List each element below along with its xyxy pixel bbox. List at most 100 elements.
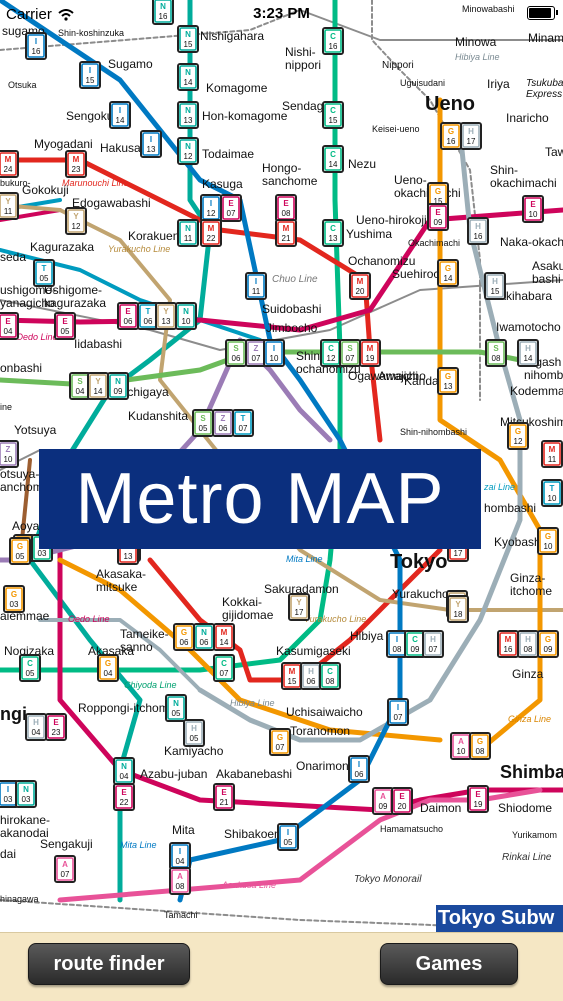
station-badge-i11[interactable]: I11 — [245, 272, 267, 300]
station-badge-n05[interactable]: N05 — [165, 694, 187, 722]
station-label-mita[interactable]: Mita — [172, 823, 195, 837]
station-badge-n15[interactable]: N15 — [177, 25, 199, 53]
station-label-mita-line-upper[interactable]: Mita Line — [286, 554, 323, 564]
station-badge-t07[interactable]: T07 — [232, 409, 254, 437]
station-label-naka-okachi[interactable]: Naka-okachim — [500, 235, 563, 249]
station-label-ginza-line[interactable]: Ginza Line — [508, 714, 551, 724]
station-badge-g07[interactable]: G07 — [269, 728, 291, 756]
station-label-myogadani[interactable]: Myogadani — [34, 137, 93, 151]
station-badge-c05[interactable]: C05 — [19, 654, 41, 682]
station-label-okachimachi[interactable]: Okachimachi — [408, 238, 460, 248]
station-badge-z10[interactable]: Z10 — [0, 440, 19, 468]
station-badge-g14[interactable]: G14 — [437, 259, 459, 287]
station-label-shiodome[interactable]: Shiodome — [498, 801, 552, 815]
station-label-tokyo-subway[interactable]: Tokyo Subw — [438, 907, 555, 929]
station-badge-y11[interactable]: Y11 — [0, 192, 19, 220]
station-badge-m19[interactable]: M19 — [359, 339, 381, 367]
station-label-zai-line[interactable]: zai Line — [483, 482, 515, 492]
station-label-uguisudani[interactable]: Uguisudani — [400, 78, 445, 88]
station-badge-e08[interactable]: E08 — [275, 194, 297, 222]
station-badge-e20[interactable]: E20 — [391, 787, 413, 815]
station-badge-s08[interactable]: S08 — [485, 339, 507, 367]
station-badge-e06[interactable]: E06 — [117, 302, 139, 330]
station-badge-m21[interactable]: M21 — [275, 219, 297, 247]
station-label-tawara[interactable]: Taw — [545, 145, 563, 159]
station-badge-h17[interactable]: H17 — [460, 122, 482, 150]
station-badge-e07[interactable]: E07 — [220, 194, 242, 222]
station-badge-y17[interactable]: Y17 — [288, 593, 310, 621]
station-badge-n09[interactable]: N09 — [107, 372, 129, 400]
station-badge-y13[interactable]: Y13 — [155, 302, 177, 330]
station-label-kudanshita[interactable]: Kudanshita — [128, 409, 188, 423]
station-label-nishigahara[interactable]: Nishigahara — [200, 29, 264, 43]
station-label-azabu-juban[interactable]: Azabu-juban — [140, 767, 207, 781]
station-badge-h04[interactable]: H04 — [25, 713, 47, 741]
station-label-ushigome-kagura[interactable]: Ushigome-kagurazaka — [44, 283, 106, 310]
station-label-hibiya-line-2[interactable]: Hibiya Line — [230, 698, 275, 708]
station-badge-e04[interactable]: E04 — [0, 312, 19, 340]
station-badge-c13[interactable]: C13 — [322, 219, 344, 247]
station-badge-c12[interactable]: C12 — [320, 339, 342, 367]
station-label-ginza[interactable]: Ginza — [512, 667, 544, 681]
station-badge-e22[interactable]: E22 — [113, 783, 135, 811]
station-label-monorail[interactable]: Tokyo Monorail — [354, 874, 422, 885]
station-badge-n14[interactable]: N14 — [177, 63, 199, 91]
station-badge-m16[interactable]: M16 — [497, 630, 519, 658]
station-badge-y12[interactable]: Y12 — [65, 207, 87, 235]
station-badge-g08[interactable]: G08 — [469, 732, 491, 760]
station-label-komagome[interactable]: Komagome — [206, 81, 268, 95]
station-badge-n03[interactable]: N03 — [15, 780, 37, 808]
station-badge-m22[interactable]: M22 — [200, 219, 222, 247]
station-label-hibiya-line-top[interactable]: Hibiya Line — [455, 52, 500, 62]
station-label-shirokane[interactable]: hirokane-akanodai — [0, 813, 50, 840]
station-label-onarimon[interactable]: Onarimon — [296, 759, 349, 773]
station-label-gokokuji[interactable]: Gokokuji — [22, 183, 69, 197]
station-label-ueno-hirokoji[interactable]: Ueno-hirokoji — [356, 213, 427, 227]
station-badge-i05[interactable]: I05 — [277, 823, 299, 851]
station-label-jimbocho[interactable]: Jimbocho — [266, 321, 318, 335]
station-badge-e10[interactable]: E10 — [522, 195, 544, 223]
station-label-shibakoen[interactable]: Shibakoen — [224, 827, 281, 841]
station-label-sugamo[interactable]: Sugamo — [108, 57, 153, 71]
station-badge-m23[interactable]: M23 — [65, 150, 87, 178]
station-badge-y14[interactable]: Y14 — [87, 372, 109, 400]
station-badge-h16[interactable]: H16 — [467, 217, 489, 245]
station-badge-i10[interactable]: I10 — [263, 339, 285, 367]
station-badge-g04[interactable]: G04 — [97, 654, 119, 682]
station-label-iwamotocho[interactable]: Iwamotocho — [496, 320, 561, 334]
route-finder-button[interactable]: route finder — [28, 943, 190, 985]
station-badge-c08[interactable]: C08 — [319, 662, 341, 690]
station-badge-g16[interactable]: G16 — [440, 122, 462, 150]
station-badge-a08[interactable]: A08 — [169, 867, 191, 895]
station-badge-h06[interactable]: H06 — [300, 662, 322, 690]
station-label-shin-nihombashi[interactable]: Shin-nihombashi — [400, 427, 467, 437]
station-label-korakuen[interactable]: Korakuen — [128, 229, 179, 243]
station-label-ngi[interactable]: ngi — [0, 704, 27, 724]
games-button[interactable]: Games — [380, 943, 518, 985]
station-badge-t10[interactable]: T10 — [541, 479, 563, 507]
station-badge-g13[interactable]: G13 — [437, 367, 459, 395]
station-label-oedo-line[interactable]: Oedo Line — [16, 332, 58, 342]
station-badge-n06[interactable]: N06 — [193, 623, 215, 651]
station-label-asakusa-line[interactable]: Asakusa Line — [221, 880, 276, 890]
station-label-toranomon[interactable]: Toranomon — [290, 724, 350, 738]
station-label-ine[interactable]: ine — [0, 402, 12, 412]
station-badge-h07[interactable]: H07 — [422, 630, 444, 658]
station-badge-i16[interactable]: I16 — [25, 32, 47, 60]
station-label-yurakucho-line-1[interactable]: Yurakucho Line — [108, 244, 170, 254]
station-badge-m20[interactable]: M20 — [349, 272, 371, 300]
station-badge-i07[interactable]: I07 — [387, 698, 409, 726]
station-label-chuo-line[interactable]: Chuo Line — [272, 274, 318, 285]
station-label-tokyo[interactable]: Tokyo — [390, 551, 447, 573]
station-badge-e21[interactable]: E21 — [213, 783, 235, 811]
station-label-ueno[interactable]: Ueno — [425, 93, 475, 115]
station-label-yushima[interactable]: Yushima — [346, 227, 392, 241]
station-label-hamamatsucho[interactable]: Hamamatsucho — [380, 824, 443, 834]
station-label-oedo-line-2[interactable]: Oedo Line — [68, 614, 110, 624]
station-label-shimbashi[interactable]: Shimbas — [500, 762, 563, 782]
station-label-uchisaiwaicho[interactable]: Uchisaiwaicho — [286, 705, 363, 719]
station-badge-i12[interactable]: I12 — [200, 194, 222, 222]
station-badge-s06[interactable]: S06 — [225, 339, 247, 367]
station-label-otsuka[interactable]: Otsuka — [8, 80, 37, 90]
station-label-rinkai[interactable]: Rinkai Line — [502, 852, 552, 863]
